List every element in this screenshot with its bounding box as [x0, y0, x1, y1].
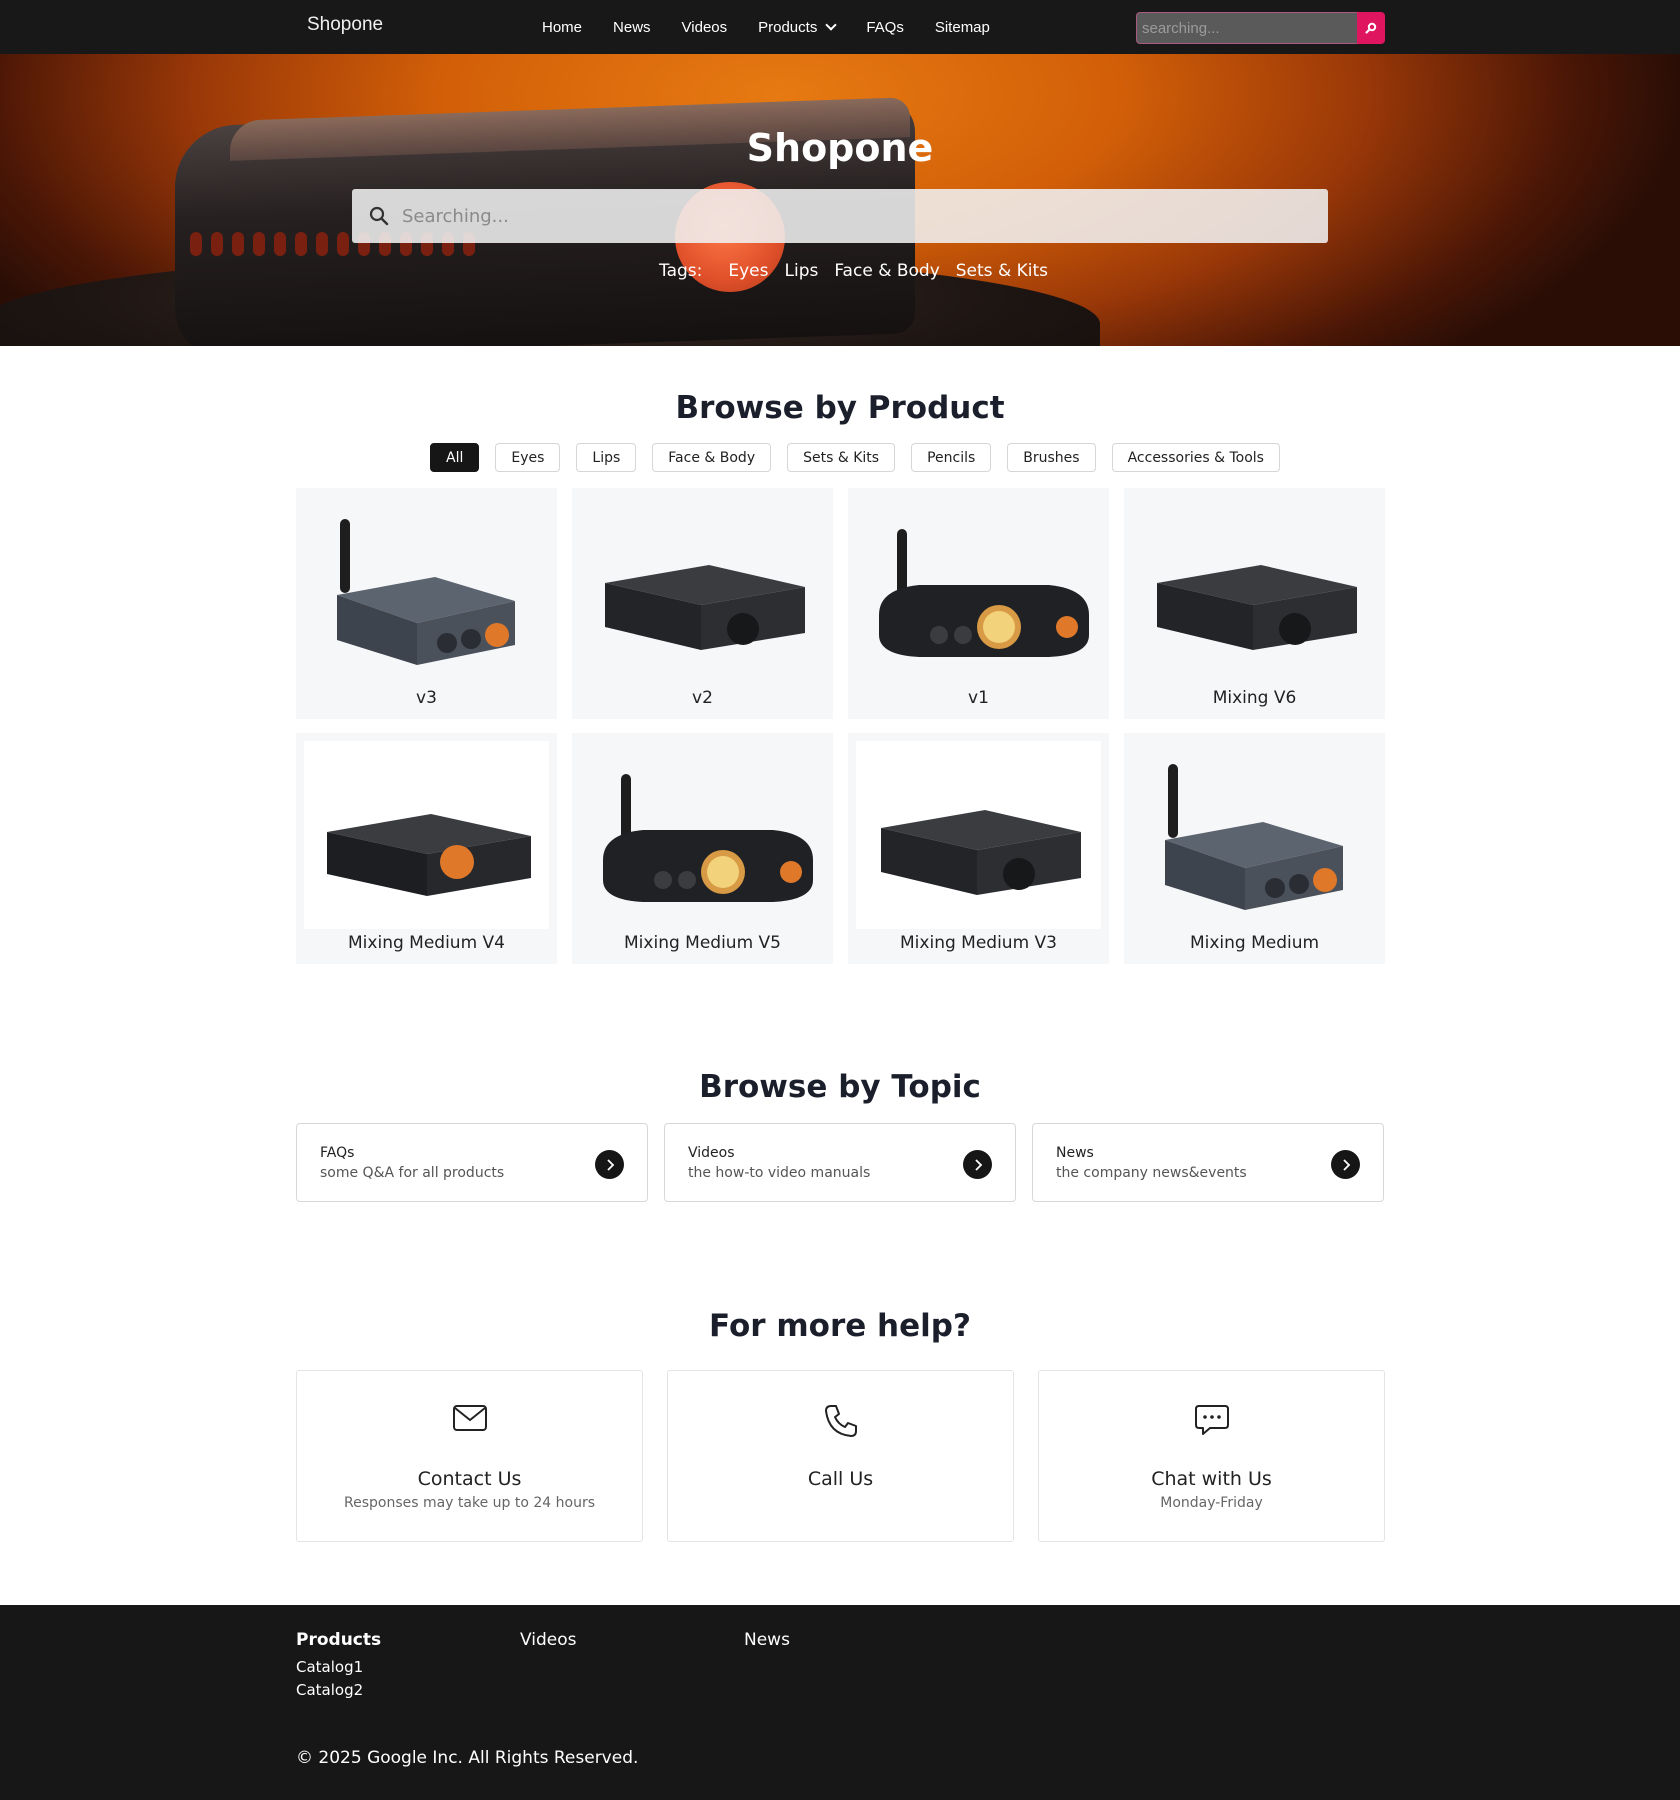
filter-face-body[interactable]: Face & Body	[652, 443, 772, 472]
search-icon	[1365, 22, 1377, 34]
footer-column-title[interactable]: Products	[296, 1630, 381, 1650]
help-card-subtitle: Responses may take up to 24 hours	[343, 1495, 595, 1511]
filter-brushes[interactable]: Brushes	[1007, 443, 1096, 472]
product-card-v2[interactable]: v2	[572, 488, 833, 719]
help-card-title: Chat with Us	[1151, 1468, 1272, 1490]
product-image	[580, 741, 825, 929]
nav-search-box	[1136, 12, 1385, 44]
filter-sets-kits[interactable]: Sets & Kits	[787, 443, 896, 472]
product-card-mixing-medium-v3[interactable]: Mixing Medium V3	[848, 733, 1109, 964]
filter-all[interactable]: All	[430, 443, 480, 472]
product-image	[856, 496, 1101, 684]
product-name: Mixing Medium V3	[900, 933, 1057, 953]
topic-title: Videos	[688, 1145, 735, 1161]
product-image	[1132, 741, 1377, 929]
help-title: For more help?	[709, 1308, 971, 1344]
filter-accessories-tools[interactable]: Accessories & Tools	[1111, 443, 1280, 472]
mail-icon	[297, 1403, 642, 1433]
topic-description: some Q&A for all products	[320, 1165, 505, 1181]
footer-column-title[interactable]: News	[744, 1630, 790, 1650]
product-card-v1[interactable]: v1	[848, 488, 1109, 719]
footer-link-catalog1[interactable]: Catalog1	[296, 1656, 381, 1679]
product-card-mixing-v6[interactable]: Mixing V6	[1124, 488, 1385, 719]
product-image	[580, 496, 825, 684]
footer-column-news: News	[744, 1630, 790, 1656]
top-navbar: Shopone Home News Videos Products FAQs S…	[0, 0, 1680, 54]
tags-label: Tags:	[659, 261, 703, 281]
nav-products-dropdown[interactable]: Products	[758, 18, 837, 36]
help-card-chat[interactable]: Chat with Us Monday-Friday	[1038, 1370, 1385, 1542]
footer-column-products: Products Catalog1 Catalog2	[296, 1630, 381, 1702]
topic-title: FAQs	[320, 1145, 355, 1161]
phone-icon	[668, 1403, 1013, 1439]
product-image	[304, 741, 549, 929]
filter-lips[interactable]: Lips	[576, 443, 637, 472]
footer: Products Catalog1 Catalog2 Videos News ©…	[0, 1605, 1680, 1800]
help-cards: Contact Us Responses may take up to 24 h…	[296, 1370, 1385, 1542]
arrow-right-icon[interactable]	[1331, 1150, 1360, 1179]
nav-sitemap-link[interactable]: Sitemap	[935, 19, 990, 36]
help-card-title: Contact Us	[417, 1468, 522, 1490]
product-filter-bar: All Eyes Lips Face & Body Sets & Kits Pe…	[430, 443, 1280, 472]
product-image	[304, 496, 549, 684]
help-card-contact[interactable]: Contact Us Responses may take up to 24 h…	[296, 1370, 643, 1542]
product-card-v3[interactable]: v3	[296, 488, 557, 719]
topic-card-faqs[interactable]: FAQs some Q&A for all products	[296, 1123, 648, 1202]
chevron-down-icon	[825, 18, 837, 31]
tag-face-body[interactable]: Face & Body	[834, 261, 939, 281]
help-card-call[interactable]: Call Us	[667, 1370, 1014, 1542]
nav-products-label: Products	[758, 18, 818, 36]
product-name: v1	[968, 688, 989, 708]
help-card-subtitle: Monday-Friday	[1160, 1495, 1263, 1511]
topic-card-news[interactable]: News the company news&events	[1032, 1123, 1384, 1202]
product-card-mixing-medium[interactable]: Mixing Medium	[1124, 733, 1385, 964]
hero-tags: Tags: Eyes Lips Face & Body Sets & Kits	[659, 261, 1048, 281]
topic-card-videos[interactable]: Videos the how-to video manuals	[664, 1123, 1016, 1202]
help-card-title: Call Us	[807, 1468, 874, 1490]
topic-description: the company news&events	[1056, 1165, 1247, 1181]
filter-eyes[interactable]: Eyes	[495, 443, 561, 472]
arrow-right-icon[interactable]	[963, 1150, 992, 1179]
nav-home-link[interactable]: Home	[542, 19, 582, 36]
nav-news-link[interactable]: News	[613, 19, 651, 36]
topic-title: News	[1056, 1145, 1094, 1161]
product-name: v2	[692, 688, 713, 708]
product-image	[1132, 496, 1377, 684]
chat-icon	[1039, 1403, 1384, 1437]
copyright-text: © 2025 Google Inc. All Rights Reserved.	[296, 1748, 639, 1768]
product-name: v3	[416, 688, 437, 708]
nav-faqs-link[interactable]: FAQs	[866, 19, 904, 36]
hero-search-input[interactable]	[390, 191, 1328, 241]
brand-logo[interactable]: Shopone	[307, 14, 383, 36]
hero-title: Shopone	[746, 126, 934, 170]
nav-search-button[interactable]	[1357, 12, 1385, 44]
tag-lips[interactable]: Lips	[785, 261, 819, 281]
hero-banner: Shopone Tags: Eyes Lips Face & Body Sets…	[0, 54, 1680, 346]
product-card-mixing-medium-v4[interactable]: Mixing Medium V4	[296, 733, 557, 964]
product-name: Mixing V6	[1212, 688, 1297, 708]
nav-search-input[interactable]	[1136, 12, 1357, 44]
topic-description: the how-to video manuals	[688, 1165, 871, 1181]
footer-link-catalog2[interactable]: Catalog2	[296, 1679, 381, 1702]
hero-search-bar	[352, 189, 1328, 243]
product-name: Mixing Medium	[1189, 933, 1320, 953]
tag-eyes[interactable]: Eyes	[728, 261, 768, 281]
product-image	[856, 741, 1101, 929]
product-name: Mixing Medium V5	[624, 933, 781, 953]
browse-product-title: Browse by Product	[675, 390, 1005, 426]
topic-list: FAQs some Q&A for all products Videos th…	[296, 1123, 1384, 1202]
browse-topic-title: Browse by Topic	[699, 1069, 981, 1105]
filter-pencils[interactable]: Pencils	[911, 443, 992, 472]
tag-sets-kits[interactable]: Sets & Kits	[956, 261, 1048, 281]
footer-column-videos: Videos	[520, 1630, 577, 1656]
nav-links: Home News Videos Products FAQs Sitemap	[542, 0, 990, 54]
product-grid: v3 v2 v1 Mixing V6 Mixing Medium V4 Mixi…	[296, 488, 1385, 964]
footer-column-title[interactable]: Videos	[520, 1630, 577, 1650]
product-name: Mixing Medium V4	[348, 933, 505, 953]
product-card-mixing-medium-v5[interactable]: Mixing Medium V5	[572, 733, 833, 964]
arrow-right-icon[interactable]	[595, 1150, 624, 1179]
nav-videos-link[interactable]: Videos	[682, 19, 728, 36]
search-icon	[369, 206, 389, 226]
